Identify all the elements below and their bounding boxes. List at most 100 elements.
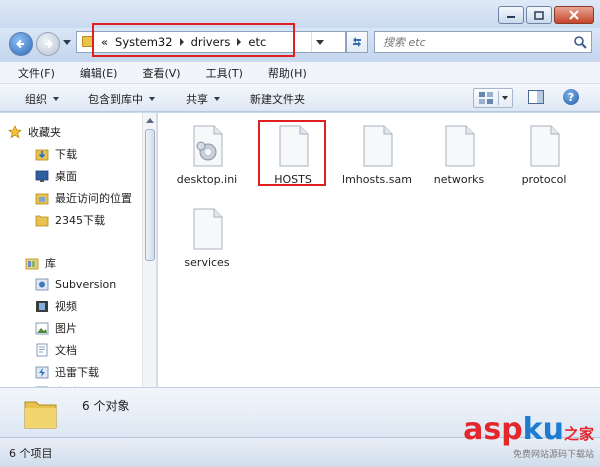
command-bar: 组织 包含到库中 共享 新建文件夹 ? (0, 84, 600, 112)
recent-pages-dropdown[interactable] (63, 40, 71, 45)
2345-downloads-label: 2345下载 (55, 214, 105, 227)
watermark-ku: ku (522, 412, 564, 447)
favorites-label: 收藏夹 (28, 126, 61, 139)
breadcrumb: « System32 drivers etc (101, 35, 266, 49)
star-icon (8, 125, 22, 139)
file-list: desktop.ini HOSTS lmhosts.sam networks p… (158, 113, 600, 387)
file-name: networks (433, 173, 485, 186)
downloads-label: 下载 (55, 148, 77, 161)
search-box[interactable] (374, 31, 592, 53)
folder-icon (35, 215, 49, 227)
breadcrumb-etc[interactable]: etc (248, 35, 266, 49)
file-icon (279, 125, 309, 167)
close-button[interactable] (554, 6, 594, 24)
menu-view[interactable]: 查看(V) (124, 65, 187, 81)
file-name: services (184, 256, 230, 269)
thunder-download-icon (35, 366, 49, 379)
subversion-library-icon (35, 278, 49, 291)
scroll-up-icon[interactable] (146, 118, 154, 123)
include-in-library-button[interactable]: 包含到库中 (88, 91, 155, 107)
tree-item-recent-places[interactable]: 最近访问的位置 (35, 188, 132, 208)
chevron-down-icon (53, 97, 59, 101)
chevron-right-icon[interactable] (179, 38, 184, 46)
forward-arrow-icon (45, 39, 53, 49)
thunder-downloads-label: 迅雷下载 (55, 366, 99, 379)
file-name: desktop.ini (176, 173, 238, 186)
navigation-scrollbar[interactable] (142, 113, 156, 387)
refresh-icon (353, 37, 361, 47)
search-icon[interactable] (573, 35, 587, 49)
download-folder-icon (35, 149, 49, 161)
videos-label: 视频 (55, 300, 77, 313)
maximize-button[interactable] (526, 6, 552, 24)
tree-item-thunder-downloads[interactable]: 迅雷下载 (35, 362, 99, 382)
tree-item-downloads[interactable]: 下载 (35, 144, 77, 164)
change-view-button[interactable] (473, 88, 513, 108)
chevron-right-icon[interactable] (237, 38, 242, 46)
tree-item-pictures[interactable]: 图片 (35, 318, 77, 338)
search-input[interactable] (383, 34, 563, 50)
address-bar[interactable]: « System32 drivers etc (76, 31, 346, 53)
maximize-icon (534, 10, 544, 20)
desktop-icon (35, 170, 49, 182)
breadcrumb-system32[interactable]: System32 (115, 35, 173, 49)
menu-edit[interactable]: 编辑(E) (62, 65, 125, 81)
tree-item-libraries[interactable]: 库 (25, 253, 56, 273)
forward-button[interactable] (36, 32, 60, 56)
documents-label: 文档 (55, 344, 77, 357)
subversion-label: Subversion (55, 277, 117, 291)
chevron-down-icon[interactable] (502, 96, 508, 100)
file-icon (445, 125, 475, 167)
window-controls (498, 6, 594, 24)
scroll-thumb[interactable] (145, 129, 155, 261)
pictures-label: 图片 (55, 322, 77, 335)
organize-label: 组织 (25, 93, 47, 106)
file-item-protocol[interactable]: protocol (501, 125, 587, 186)
minimize-icon (507, 16, 515, 18)
chevron-down-icon (214, 97, 220, 101)
file-item-lmhosts-sam[interactable]: lmhosts.sam (334, 125, 420, 186)
file-item-services[interactable]: services (164, 208, 250, 269)
view-grid-icon (479, 92, 493, 104)
chevron-down-icon (149, 97, 155, 101)
tree-item-documents[interactable]: 文档 (35, 340, 77, 360)
refresh-button[interactable] (346, 31, 368, 53)
watermark-logo: aspku之家 (463, 414, 594, 450)
watermark-asp: asp (463, 412, 523, 447)
file-item-networks[interactable]: networks (416, 125, 502, 186)
preview-pane-icon[interactable] (528, 90, 544, 104)
file-icon (193, 208, 223, 250)
breadcrumb-drivers[interactable]: drivers (191, 35, 231, 49)
item-count: 6 个项目 (9, 447, 53, 460)
file-name: lmhosts.sam (342, 173, 412, 186)
tree-item-subversion[interactable]: Subversion (35, 274, 116, 294)
folder-icon (82, 36, 94, 47)
share-button[interactable]: 共享 (186, 91, 220, 107)
folder-icon (24, 401, 57, 429)
tree-item-favorites[interactable]: 收藏夹 (8, 122, 61, 142)
back-button[interactable] (9, 32, 33, 56)
menu-file[interactable]: 文件(F) (0, 65, 62, 81)
file-item-desktop-ini[interactable]: desktop.ini (164, 125, 250, 186)
file-item-hosts[interactable]: HOSTS (250, 125, 336, 186)
breadcrumb-overflow[interactable]: « (101, 35, 108, 49)
file-icon (530, 125, 560, 167)
address-history-dropdown[interactable] (311, 32, 327, 52)
help-button[interactable]: ? (563, 89, 579, 105)
minimize-button[interactable] (498, 6, 524, 24)
back-arrow-icon (16, 39, 24, 49)
menu-help[interactable]: 帮助(H) (250, 65, 314, 81)
recent-places-icon (35, 193, 49, 205)
tree-item-desktop[interactable]: 桌面 (35, 166, 77, 186)
organize-button[interactable]: 组织 (25, 91, 59, 107)
tree-item-videos[interactable]: 视频 (35, 296, 77, 316)
tree-item-2345-downloads[interactable]: 2345下载 (35, 210, 105, 230)
settings-file-icon (193, 125, 223, 167)
menu-bar: 文件(F) 编辑(E) 查看(V) 工具(T) 帮助(H) (0, 62, 600, 84)
library-icon (25, 258, 39, 270)
menu-tools[interactable]: 工具(T) (188, 65, 250, 81)
new-folder-button[interactable]: 新建文件夹 (250, 91, 305, 107)
file-icon (363, 125, 393, 167)
divider (498, 91, 499, 105)
libraries-label: 库 (45, 257, 56, 270)
